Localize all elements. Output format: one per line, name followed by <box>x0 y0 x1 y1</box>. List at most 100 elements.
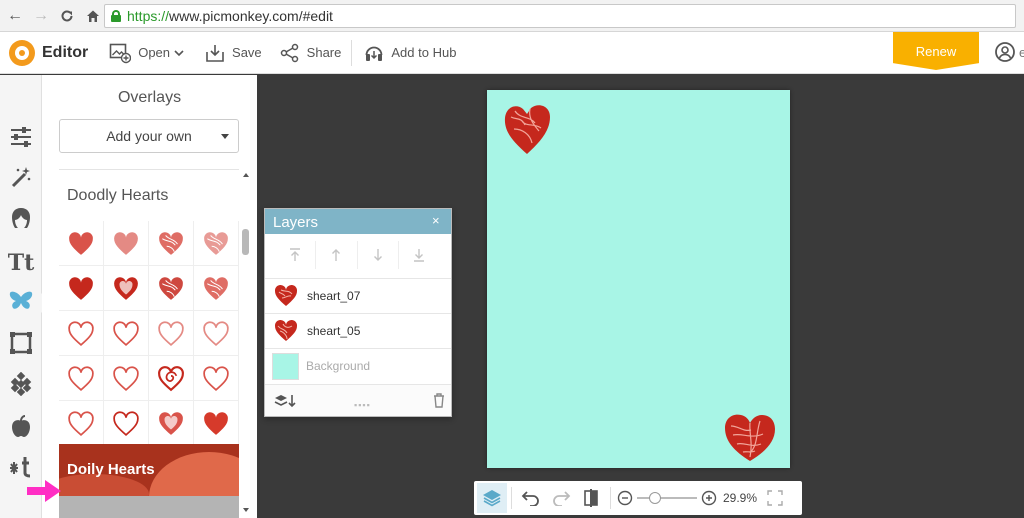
overlay-thumbnail[interactable] <box>149 221 194 266</box>
address-bar[interactable]: https://www.picmonkey.com/#edit <box>104 4 1016 28</box>
lock-icon <box>111 10 121 22</box>
trash-icon[interactable] <box>433 393 445 408</box>
monkey-logo-icon <box>9 39 35 66</box>
compare-button[interactable] <box>576 483 606 513</box>
group-title: Doodly Hearts <box>67 187 169 204</box>
overlay-thumbnail[interactable] <box>59 401 104 446</box>
merge-layers-icon[interactable] <box>274 393 298 409</box>
fullscreen-icon[interactable] <box>767 490 783 506</box>
compare-icon <box>584 489 598 507</box>
undo-icon <box>521 491 539 506</box>
background-swatch <box>272 352 299 380</box>
arrange-buttons <box>275 241 439 269</box>
add-to-hub-button[interactable]: Add to Hub <box>364 32 456 74</box>
toolbar-divider <box>351 39 353 66</box>
bring-to-front-button[interactable] <box>275 241 317 269</box>
pink-arrow-icon <box>27 480 61 502</box>
close-icon[interactable]: × <box>432 213 440 228</box>
overlay-thumbnail[interactable] <box>104 221 149 266</box>
overlay-thumbnail[interactable] <box>59 221 104 266</box>
send-to-back-button[interactable] <box>399 241 439 269</box>
doily-hearts-group[interactable]: Doily Hearts <box>59 444 239 496</box>
layers-toggle-button[interactable] <box>477 483 507 513</box>
app-toolbar: Editor Open Save Share Add to Hub Renew … <box>0 32 1024 74</box>
themes-icon[interactable] <box>7 452 35 480</box>
overlay-thumbnail[interactable] <box>149 356 194 401</box>
overlay-thumbnail[interactable] <box>59 311 104 356</box>
send-backward-button[interactable] <box>358 241 399 269</box>
caret-down-icon <box>221 134 229 139</box>
url-scheme: https:// <box>127 8 170 24</box>
overlay-thumbnail[interactable] <box>194 266 239 311</box>
picmonkey-logo[interactable]: Editor <box>9 39 89 66</box>
layer-row[interactable]: sheart_07 <box>265 278 451 313</box>
scroll-up-icon[interactable] <box>243 173 249 177</box>
chevron-down-icon <box>174 49 184 56</box>
overlays-butterfly-icon[interactable] <box>7 287 35 315</box>
overlay-thumbnail[interactable] <box>104 356 149 401</box>
text-icon[interactable]: Tt <box>7 249 35 277</box>
account-icon[interactable] <box>994 41 1016 63</box>
layers-icon <box>483 490 501 507</box>
touchup-face-icon[interactable] <box>7 204 35 232</box>
renew-button[interactable]: Renew <box>893 32 979 70</box>
layer-row-background[interactable]: Background <box>265 348 451 383</box>
zoom-out-icon[interactable] <box>617 490 633 506</box>
overlay-thumbnail[interactable] <box>194 221 239 266</box>
undo-button[interactable] <box>516 483 546 513</box>
frames-icon[interactable] <box>7 329 35 357</box>
home-icon[interactable] <box>82 5 104 27</box>
save-button[interactable]: Save <box>205 32 262 74</box>
open-image-icon <box>109 43 132 63</box>
heart-overlay-sheart-07[interactable] <box>502 101 552 156</box>
overlay-thumbnail[interactable] <box>149 266 194 311</box>
overlays-panel: Overlays Add your own Doodly Hearts Doil… <box>42 75 257 518</box>
heart-thumbnail-icon <box>272 282 300 310</box>
reload-icon[interactable] <box>56 5 78 27</box>
add-your-own-dropdown[interactable]: Add your own <box>59 119 239 153</box>
layers-title: Layers <box>273 214 319 231</box>
heart-overlay-sheart-05[interactable] <box>723 411 777 463</box>
layers-palette: Layers × sheart_07 sheart_05 Background … <box>264 208 452 417</box>
overlay-thumbnail[interactable] <box>194 356 239 401</box>
redo-icon <box>553 491 571 506</box>
magic-wand-icon[interactable] <box>7 163 35 191</box>
zoom-in-icon[interactable] <box>701 490 717 506</box>
overlay-thumbnail[interactable] <box>104 266 149 311</box>
back-icon[interactable]: ← <box>4 5 26 27</box>
layer-row[interactable]: sheart_05 <box>265 313 451 348</box>
layer-name: sheart_05 <box>307 324 361 338</box>
seasonal-apple-icon[interactable] <box>7 412 35 440</box>
add-your-own-label: Add your own <box>106 128 192 144</box>
overlay-thumbnail[interactable] <box>149 311 194 356</box>
open-label: Open <box>138 45 171 60</box>
scroll-thumb[interactable] <box>242 229 249 255</box>
overlay-thumbnail[interactable] <box>59 266 104 311</box>
overlay-thumbnail[interactable] <box>194 401 239 446</box>
forward-icon[interactable]: → <box>30 5 52 27</box>
zoom-slider-knob[interactable] <box>649 492 661 504</box>
editing-canvas[interactable] <box>487 90 790 468</box>
next-group-thumbnail[interactable] <box>59 496 239 518</box>
overlay-thumbnail[interactable] <box>194 311 239 356</box>
drag-grip[interactable]: ▪▪▪▪ <box>354 400 371 410</box>
overlay-thumbnail[interactable] <box>149 401 194 446</box>
app-name: Editor <box>42 43 89 61</box>
open-button[interactable]: Open <box>109 32 184 74</box>
layers-header[interactable]: Layers × <box>265 209 451 234</box>
bring-forward-button[interactable] <box>316 241 358 269</box>
zoom-bar: 29.9% <box>474 481 802 515</box>
adjust-sliders-icon[interactable] <box>7 123 35 151</box>
overlay-thumbnail[interactable] <box>104 311 149 356</box>
panel-title: Overlays <box>117 89 182 106</box>
zoom-value: 29.9% <box>723 491 758 505</box>
overlay-thumbnail[interactable] <box>59 356 104 401</box>
zoom-slider[interactable] <box>637 492 697 504</box>
redo-button[interactable] <box>546 483 576 513</box>
share-label: Share <box>306 45 342 60</box>
scroll-down-icon[interactable] <box>243 508 249 512</box>
panel-scrollbar[interactable] <box>240 169 252 518</box>
textures-icon[interactable] <box>7 370 35 398</box>
overlay-thumbnail[interactable] <box>104 401 149 446</box>
share-button[interactable]: Share <box>280 32 342 74</box>
